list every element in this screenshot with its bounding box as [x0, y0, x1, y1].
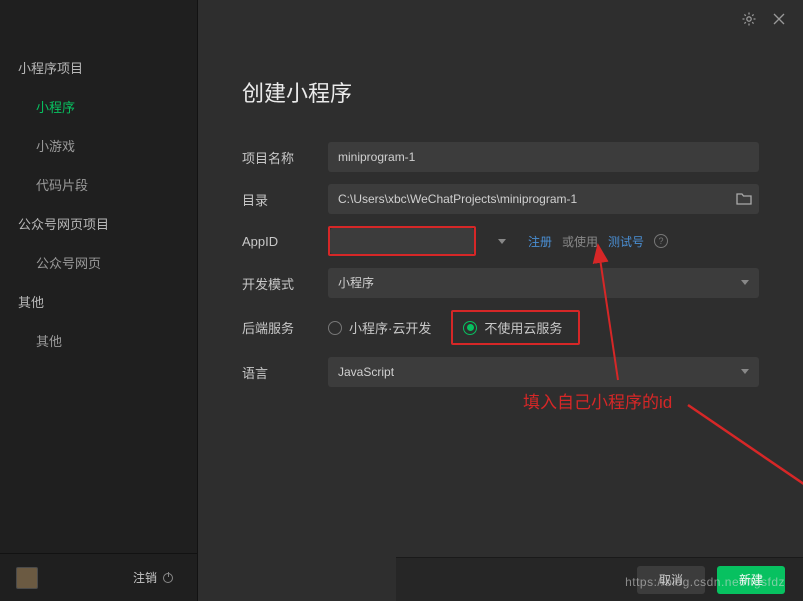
backend-option-none-label: 不使用云服务	[484, 318, 562, 337]
register-link[interactable]: 注册	[528, 233, 552, 250]
create-form: 项目名称 目录 AppID	[198, 142, 803, 399]
footer: 取消 新建	[396, 557, 803, 601]
backend-option-none[interactable]: 不使用云服务	[463, 318, 562, 337]
sidebar-item-official-web[interactable]: 公众号网页	[0, 243, 197, 282]
appid-highlight-box	[328, 226, 476, 256]
appid-label: AppID	[242, 234, 328, 249]
project-name-label: 项目名称	[242, 148, 328, 167]
section-header-official: 公众号网页项目	[0, 204, 197, 243]
dev-mode-select[interactable]: 小程序	[328, 268, 759, 298]
backend-highlight-box: 不使用云服务	[451, 310, 580, 345]
directory-input[interactable]	[328, 184, 759, 214]
radio-icon	[328, 321, 342, 335]
main-content: 创建小程序 项目名称 目录	[198, 0, 803, 601]
sidebar-item-miniprogram[interactable]: 小程序	[0, 87, 197, 126]
logout-button[interactable]: 注销	[125, 566, 181, 589]
section-header-miniprogram: 小程序项目	[0, 48, 197, 87]
titlebar	[198, 0, 803, 38]
sidebar-item-other[interactable]: 其他	[0, 321, 197, 360]
cancel-button[interactable]: 取消	[637, 566, 705, 594]
language-select[interactable]: JavaScript	[328, 357, 759, 387]
test-account-link[interactable]: 测试号	[608, 233, 644, 250]
project-name-input[interactable]	[328, 142, 759, 172]
language-label: 语言	[242, 363, 328, 382]
appid-dropdown-button[interactable]	[486, 226, 518, 256]
folder-icon[interactable]	[735, 190, 753, 208]
sidebar-item-snippet[interactable]: 代码片段	[0, 165, 197, 204]
sidebar-item-minigame[interactable]: 小游戏	[0, 126, 197, 165]
logout-label: 注销	[133, 569, 157, 586]
or-use-text: 或使用	[562, 233, 598, 250]
help-icon[interactable]: ?	[654, 234, 668, 248]
power-icon	[163, 573, 173, 583]
backend-option-cloud[interactable]: 小程序·云开发	[328, 318, 431, 337]
page-title: 创建小程序	[242, 76, 803, 108]
dev-mode-label: 开发模式	[242, 274, 328, 293]
gear-icon[interactable]	[741, 11, 757, 27]
annotation-text: 填入自己小程序的id	[523, 388, 672, 413]
sidebar: 小程序项目 小程序 小游戏 代码片段 公众号网页项目 公众号网页 其他 其他 注…	[0, 0, 198, 601]
backend-label: 后端服务	[242, 318, 328, 337]
directory-label: 目录	[242, 190, 328, 209]
section-header-other: 其他	[0, 282, 197, 321]
sidebar-footer: 注销	[0, 553, 197, 601]
close-icon[interactable]	[771, 11, 787, 27]
radio-icon-checked	[463, 321, 477, 335]
avatar[interactable]	[16, 567, 38, 589]
backend-option-cloud-label: 小程序·云开发	[349, 318, 431, 337]
appid-input[interactable]	[330, 228, 474, 254]
create-button[interactable]: 新建	[717, 566, 785, 594]
